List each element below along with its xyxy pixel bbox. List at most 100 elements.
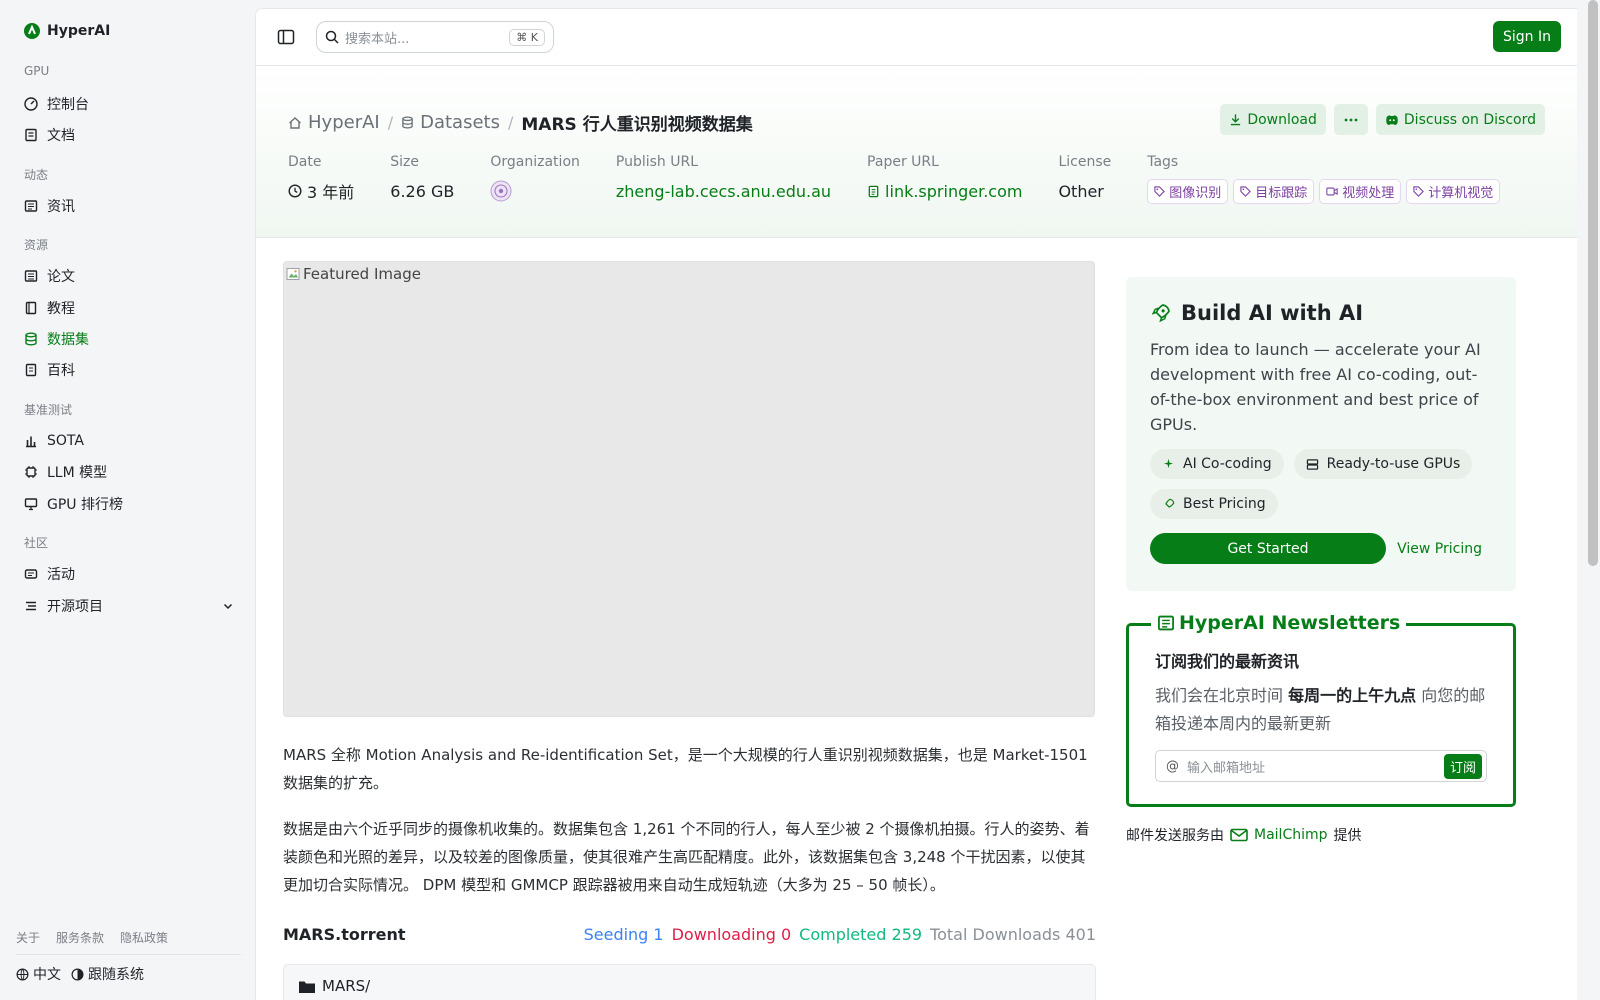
sidebar-toggle-icon[interactable]: [277, 28, 295, 46]
wiki-icon: [25, 363, 37, 377]
rocket-icon: [1165, 498, 1175, 508]
tag-icon: [1154, 185, 1166, 197]
sidebar-item-label: 论文: [47, 269, 75, 285]
search-placeholder: 搜索本站...: [345, 31, 410, 47]
broken-image-icon: [286, 268, 300, 280]
breadcrumb-datasets[interactable]: Datasets: [401, 112, 500, 133]
sidebar-item-sota[interactable]: SOTA: [24, 428, 234, 454]
file-tree: MARS/: [283, 964, 1096, 1000]
sidebar-item-docs[interactable]: 文档: [24, 122, 234, 148]
sidebar-item-events[interactable]: 活动: [24, 561, 234, 587]
sign-in-button[interactable]: Sign In: [1493, 21, 1561, 52]
footer-link-about[interactable]: 关于: [16, 929, 40, 946]
downloading-count: Downloading 0: [671, 925, 792, 944]
search-icon: [325, 30, 339, 44]
chevron-down-icon[interactable]: [222, 600, 234, 612]
promo-title: Build AI with AI: [1150, 301, 1492, 325]
description-paragraph-2: 数据是由六个近乎同步的摄像机收集的。数据集包含 1,261 个不同的行人，每人至…: [283, 820, 1090, 894]
newsletter-subtitle: 订阅我们的最新资讯: [1155, 652, 1300, 671]
sidebar-item-label: 文档: [47, 128, 75, 144]
menu-icon: [26, 601, 36, 611]
brand-logo[interactable]: HyperAI: [23, 22, 110, 40]
sidebar-item-tutorials[interactable]: 教程: [24, 295, 234, 321]
sidebar-item-label: 开源项目: [47, 599, 103, 615]
promo-actions: Get Started View Pricing: [1150, 533, 1492, 564]
footer-links: 关于 服务条款 隐私政策: [16, 929, 168, 946]
email-field[interactable]: @ 输入邮箱地址 订阅: [1155, 750, 1487, 782]
sidebar-item-papers[interactable]: 论文: [24, 263, 234, 289]
torrent-row: MARS.torrent Seeding 1 Downloading 0 Com…: [283, 925, 1096, 944]
sidebar-item-label: 活动: [47, 567, 75, 583]
organization-logo-icon[interactable]: [490, 180, 512, 202]
folder-item[interactable]: MARS/: [298, 977, 370, 995]
seeding-count: Seeding 1: [583, 925, 664, 944]
newsletter-title: HyperAI Newsletters: [1151, 612, 1407, 634]
search-input[interactable]: 搜索本站... ⌘ K: [316, 21, 554, 53]
rocket-icon: [1151, 303, 1170, 322]
book-icon: [25, 128, 37, 142]
mailchimp-link[interactable]: MailChimp: [1254, 827, 1328, 843]
paper-url-link[interactable]: link.springer.com: [867, 178, 1022, 204]
dataset-header: HyperAI / Datasets / MARS 行人重识别视频数据集 Dow…: [256, 66, 1577, 238]
sidebar-item-datasets[interactable]: 数据集: [24, 326, 234, 352]
theme-label: 跟随系统: [88, 967, 144, 983]
folder-icon: [299, 981, 315, 993]
document-icon: [868, 185, 879, 197]
language-switcher[interactable]: 中文: [16, 964, 61, 984]
theme-icon: [71, 968, 84, 980]
header-actions: Download Discuss on Discord: [1220, 104, 1545, 135]
tag-computer-vision[interactable]: 计算机视觉: [1406, 178, 1501, 204]
nav-section-gpu: GPU: [24, 64, 50, 78]
at-icon: @: [1166, 758, 1179, 774]
footer-link-privacy[interactable]: 隐私政策: [120, 929, 168, 946]
meta-date: Date 3 年前: [288, 154, 355, 202]
sidebar-item-label: GPU 排行榜: [47, 497, 123, 513]
main-panel: 搜索本站... ⌘ K Sign In HyperAI / Datasets /…: [255, 8, 1577, 1000]
video-icon: [1326, 187, 1338, 195]
sidebar-item-llm[interactable]: LLM 模型: [24, 459, 234, 485]
meta-tags: Tags 图像识别 目标跟踪 视频处理 计算机视觉: [1147, 154, 1501, 204]
sidebar-item-console[interactable]: 控制台: [24, 91, 234, 117]
database-icon: [402, 116, 413, 129]
scrollbar-thumb[interactable]: [1588, 0, 1598, 566]
sidebar-item-open-source[interactable]: 开源项目: [24, 593, 234, 619]
footer-link-terms[interactable]: 服务条款: [56, 929, 104, 946]
download-button[interactable]: Download: [1220, 104, 1326, 135]
theme-switcher[interactable]: 跟随系统: [71, 964, 144, 984]
mail-icon: [1230, 828, 1248, 842]
completed-count: Completed 259: [799, 925, 923, 944]
mail-service-note: 邮件发送服务由 MailChimp 提供: [1126, 827, 1362, 844]
sidebar-item-gpu-ranking[interactable]: GPU 排行榜: [24, 491, 234, 517]
featured-image-alt: Featured Image: [286, 265, 421, 283]
get-started-button[interactable]: Get Started: [1150, 533, 1386, 564]
tag-video-processing[interactable]: 视频处理: [1319, 178, 1402, 204]
sidebar-item-wiki[interactable]: 百科: [24, 357, 234, 383]
footer-divider: [16, 954, 241, 955]
sidebar-item-label: 教程: [47, 301, 75, 317]
sidebar-item-news[interactable]: 资讯: [24, 193, 234, 219]
dataset-meta: Date 3 年前 Size 6.26 GB Organization Publ…: [288, 154, 1501, 204]
monitor-icon: [24, 498, 38, 511]
breadcrumb-home[interactable]: HyperAI: [288, 112, 380, 133]
torrent-name[interactable]: MARS.torrent: [283, 925, 406, 944]
meta-publish-url: Publish URL zheng-lab.cecs.anu.edu.au: [616, 154, 831, 204]
language-label: 中文: [33, 967, 61, 983]
tag-image-recognition[interactable]: 图像识别: [1147, 178, 1229, 204]
topbar: 搜索本站... ⌘ K Sign In: [256, 9, 1577, 66]
sidebar-item-label: 百科: [47, 363, 75, 379]
newspaper-icon: [24, 200, 38, 212]
pill-ai-cocoding: AI Co-coding: [1150, 449, 1284, 479]
total-downloads: Total Downloads 401: [930, 925, 1096, 944]
gauge-icon: [24, 97, 38, 111]
tag-object-tracking[interactable]: 目标跟踪: [1233, 178, 1315, 204]
more-options-button[interactable]: [1333, 104, 1368, 135]
publish-url-link[interactable]: zheng-lab.cecs.anu.edu.au: [616, 178, 831, 204]
promo-body: From idea to launch — accelerate your AI…: [1150, 340, 1481, 434]
subscribe-button[interactable]: 订阅: [1443, 753, 1482, 779]
promo-card: Build AI with AI From idea to launch — a…: [1126, 277, 1516, 591]
view-pricing-link[interactable]: View Pricing: [1397, 541, 1492, 557]
page-title: MARS 行人重识别视频数据集: [521, 115, 753, 135]
discord-button[interactable]: Discuss on Discord: [1375, 104, 1545, 135]
database-icon: [25, 332, 37, 346]
nav-section-news: 动态: [24, 168, 49, 182]
